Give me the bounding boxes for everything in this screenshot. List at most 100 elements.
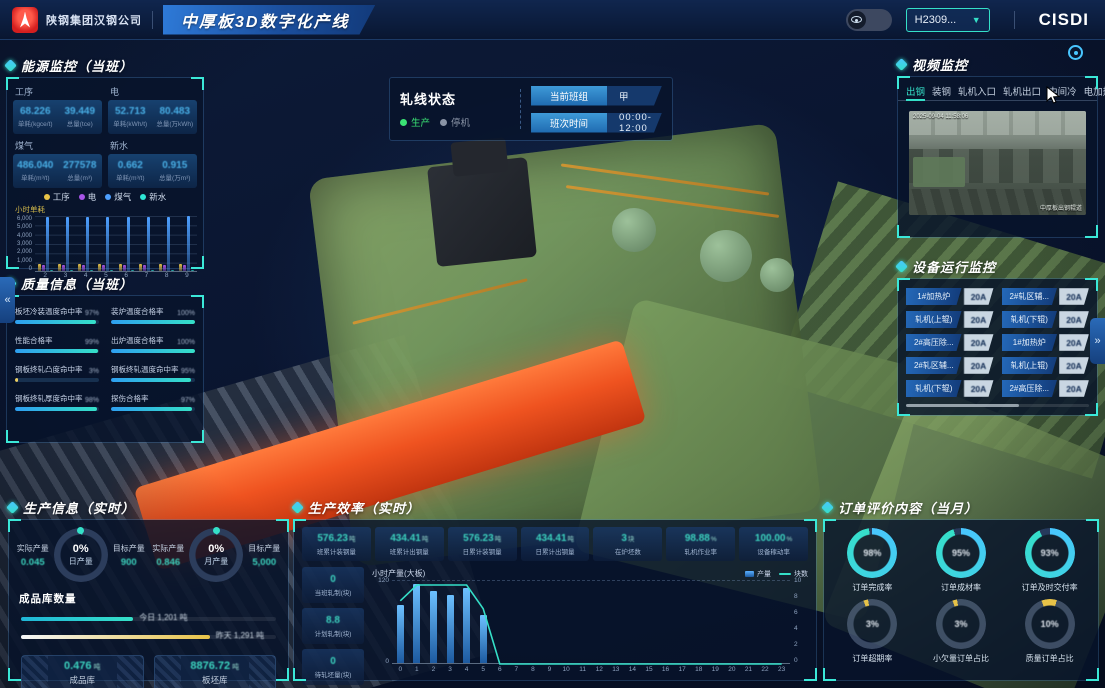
mouse-cursor xyxy=(1046,86,1062,106)
order-donut-wrap: 3% xyxy=(847,599,897,649)
energy-legend-label: 工序 xyxy=(53,191,70,203)
video-panel-toggle-button[interactable] xyxy=(1068,45,1083,60)
device-name: 1#加热炉 xyxy=(906,288,962,305)
gauge-target-value: 900 xyxy=(113,557,145,568)
energy-value-label: 总量(tce) xyxy=(58,118,103,128)
video-tab-装钢[interactable]: 装钢 xyxy=(932,84,951,100)
line-status-box: 轧线状态 生产停机 当前班组甲班次时间00:00-12:00 xyxy=(389,77,673,141)
energy-cell-half: 80.483总量(万kWh) xyxy=(153,106,198,128)
device-list-scrollbar[interactable] xyxy=(906,404,1089,407)
warehouse-unit: 吨 xyxy=(94,664,101,671)
device-item[interactable]: 2#高压除...20A xyxy=(906,334,994,351)
line-state-item[interactable]: 停机 xyxy=(440,115,470,129)
energy-value-label: 单耗(m³/t) xyxy=(108,172,153,182)
heat-number-value: H2309... xyxy=(915,14,957,26)
quality-progress-fill xyxy=(15,378,18,382)
panel-video-title-row: 视频监控 xyxy=(897,56,1098,73)
efficiency-stat-value: 98.88% xyxy=(685,533,717,544)
device-name: 2#高压除... xyxy=(1002,380,1058,397)
quality-item-head: 板坯冷装温度命中率97% xyxy=(15,306,99,317)
device-item[interactable]: 1#加热炉20A xyxy=(1002,334,1090,351)
video-tab-出钢[interactable]: 出钢 xyxy=(906,84,925,100)
energy-bar xyxy=(46,217,49,271)
panel-efficiency-box: 576.23吨班累计装钢量434.41吨班累计出钢量576.23吨日累计装钢量4… xyxy=(293,519,817,681)
quality-progress-track xyxy=(111,407,195,411)
energy-cell-grid: 工序68.226单耗(kgce/t)39.449总量(tce)电52.713单耗… xyxy=(7,78,203,190)
quality-item-head: 钢板终轧凸度命中率3% xyxy=(15,364,99,375)
quality-progress-fill xyxy=(111,349,195,353)
energy-bar xyxy=(127,217,130,271)
legend-dot-icon xyxy=(140,194,146,200)
hourly-ytick-right: 8 xyxy=(794,593,798,600)
energy-cell-values: 52.713单耗(kWh/t)80.483总量(万kWh) xyxy=(108,100,197,134)
video-tab-轧机入口[interactable]: 轧机入口 xyxy=(958,84,996,100)
left-panel-collapse-tab[interactable]: « xyxy=(0,277,15,323)
gauge-actual-value: 0.045 xyxy=(17,557,49,568)
panel-production-title: 生产信息（实时） xyxy=(23,498,135,517)
panel-quality-info: 质量信息（当班） 板坯冷装温度命中率97%装炉温度合格率100%性能合格率99%… xyxy=(6,275,204,443)
hourly-ytick-right: 4 xyxy=(794,625,798,632)
hourly-legend-item: 产量 xyxy=(745,569,771,579)
energy-cell-values: 0.662单耗(m³/t)0.915总量(万m³) xyxy=(108,154,197,188)
state-dot-icon xyxy=(400,119,407,126)
device-item[interactable]: 2#轧区辅...20A xyxy=(906,357,994,374)
quality-progress-track xyxy=(15,378,99,382)
energy-bar xyxy=(143,265,146,271)
device-item[interactable]: 轧机(下辊)20A xyxy=(1002,311,1090,328)
company-logo-icon xyxy=(12,7,38,33)
device-name: 2#轧区辅... xyxy=(906,357,962,374)
visibility-toggle-knob[interactable] xyxy=(848,11,866,29)
energy-bar xyxy=(66,217,69,271)
inventory-title: 成品库数量 xyxy=(19,591,288,606)
energy-ytick: 6,000 xyxy=(11,216,32,222)
device-current-value: 20A xyxy=(1059,334,1089,351)
device-item[interactable]: 轧机(上辊)20A xyxy=(906,311,994,328)
efficiency-stat-box: 434.41吨班累计出钢量 xyxy=(375,527,444,561)
device-item[interactable]: 2#轧区辅...20A xyxy=(1002,288,1090,305)
efficiency-side-label: 待轧坯量(块) xyxy=(315,669,352,679)
visibility-toggle[interactable] xyxy=(846,9,892,31)
inventory-bar-fill xyxy=(21,617,133,621)
order-donut: 3%订单超期率 xyxy=(830,599,915,664)
device-item[interactable]: 1#加热炉20A xyxy=(906,288,994,305)
diamond-icon xyxy=(291,501,304,514)
quality-progress-track xyxy=(15,349,99,353)
order-donut-wrap: 93% xyxy=(1025,528,1075,578)
quality-item: 装炉温度合格率100% xyxy=(111,306,195,324)
energy-chart-title: 小时单耗 xyxy=(15,204,203,215)
right-panel-collapse-tab[interactable]: » xyxy=(1090,318,1105,364)
quality-item-head: 探伤合格率97% xyxy=(111,393,195,404)
quality-progress-track xyxy=(111,349,195,353)
state-dot-icon xyxy=(440,119,447,126)
hourly-xtick: 11 xyxy=(574,666,591,673)
quality-item-value: 95% xyxy=(181,368,195,375)
video-feed[interactable]: 2025-09-04 11:58:06 中厚板出钢辊道 xyxy=(909,111,1086,215)
device-item[interactable]: 2#高压除...20A xyxy=(1002,380,1090,397)
line-status-legend: 生产停机 xyxy=(400,115,510,129)
device-item[interactable]: 轧机(下辊)20A xyxy=(906,380,994,397)
energy-bar xyxy=(110,270,113,271)
gauge-actual: 实际产量0.045 xyxy=(17,543,49,568)
video-tab-轧机出口[interactable]: 轧机出口 xyxy=(1003,84,1041,100)
hourly-xtick: 14 xyxy=(624,666,641,673)
heat-number-dropdown[interactable]: H2309... ▼ xyxy=(906,8,990,32)
inventory-bar-row: 今日 1,201 吨 xyxy=(21,612,276,625)
hourly-chart-right-axis: 1086420 xyxy=(790,580,808,664)
energy-bar xyxy=(187,216,190,271)
page-title-banner: 中厚板3D数字化产线 xyxy=(163,5,375,35)
efficiency-side-value: 8.8 xyxy=(326,615,340,626)
energy-bar xyxy=(171,270,174,271)
quality-item-label: 板坯冷装温度命中率 xyxy=(15,306,83,317)
top-header-bar: 陕钢集团汉钢公司 中厚板3D数字化产线 H2309... ▼ CISDI xyxy=(0,0,1105,40)
energy-value: 486.040 xyxy=(13,160,58,171)
line-state-item[interactable]: 生产 xyxy=(400,115,430,129)
energy-bar-group xyxy=(119,217,134,271)
quality-item-label: 钢板终轧厚度命中率 xyxy=(15,393,83,404)
efficiency-side-stats: 0当班轧制(块)8.8计划轧制(块)0待轧坯量(块) xyxy=(302,567,364,685)
gauge-target-value: 5,000 xyxy=(248,557,280,568)
device-item[interactable]: 轧机(上辊)20A xyxy=(1002,357,1090,374)
panel-energy-box: 工序68.226单耗(kgce/t)39.449总量(tce)电52.713单耗… xyxy=(6,77,204,269)
panel-order-evaluation: 订单评价内容（当月） 98%订单完成率95%订单成材率93%订单及时交付率3%订… xyxy=(823,499,1099,682)
device-list-scrollbar-thumb[interactable] xyxy=(906,404,1019,407)
line-status-divider xyxy=(520,89,521,129)
